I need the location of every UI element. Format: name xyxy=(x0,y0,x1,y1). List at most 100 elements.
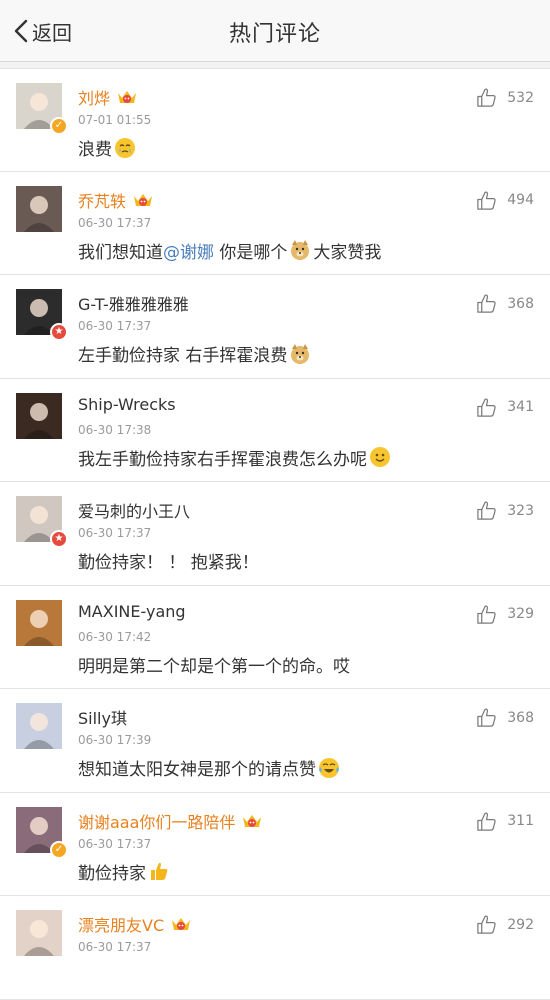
like-button[interactable]: 323 xyxy=(476,500,534,521)
avatar[interactable]: ★ xyxy=(16,496,68,548)
author-name: 爱马刺的小王八 xyxy=(78,502,191,521)
avatar[interactable]: ✓ xyxy=(16,83,68,135)
comment-author[interactable]: 刘烨 xyxy=(78,85,138,109)
laugh-cry-emoji-icon xyxy=(319,757,339,778)
member-badge-icon: ★ xyxy=(50,530,68,548)
comment-item: 乔芃轶 06-30 17:37 我们想知道 @谢娜 你是哪个 大家赞我 494 xyxy=(0,171,550,275)
like-button[interactable]: 494 xyxy=(476,190,534,211)
comment-text-part: 明明是第二个却是个第一个的命。哎 xyxy=(78,656,350,677)
like-count: 341 xyxy=(507,399,534,415)
like-count: 292 xyxy=(507,916,534,933)
comment-author[interactable]: MAXINE-yang xyxy=(78,602,186,621)
like-thumb-icon xyxy=(477,501,496,520)
like-count: 323 xyxy=(507,502,534,519)
doge-emoji-icon xyxy=(291,343,310,364)
like-count: 494 xyxy=(507,192,534,208)
crying-emoji-icon xyxy=(115,137,135,158)
comment-text-part: 浪费 xyxy=(78,140,112,160)
avatar-image xyxy=(16,599,62,646)
comment-author[interactable]: G-T-雅雅雅雅雅 xyxy=(78,291,189,315)
like-count: 311 xyxy=(507,813,534,829)
author-name: 漂亮朋友VC xyxy=(78,916,165,935)
comment-timestamp: 07-01 01:55 xyxy=(78,113,152,127)
like-button[interactable]: 329 xyxy=(476,604,534,625)
avatar[interactable] xyxy=(16,703,62,749)
avatar-image xyxy=(16,185,62,232)
like-button[interactable]: 532 xyxy=(476,87,534,108)
comment-text: 我们想知道 @谢娜 你是哪个 大家赞我 xyxy=(78,238,381,263)
mention-link[interactable]: @谢娜 xyxy=(163,238,214,263)
comment-text-part: 左手勤俭持家 右手挥霍浪费 xyxy=(78,346,288,366)
comment-item: ✓ 刘烨 07-01 01:55 浪费 532 xyxy=(0,68,550,172)
smile-emoji-icon xyxy=(370,447,390,467)
like-count: 329 xyxy=(507,606,534,622)
avatar[interactable] xyxy=(16,185,62,232)
comment-author[interactable]: 漂亮朋友VC xyxy=(78,912,192,936)
comment-text-part: 我们想知道 xyxy=(78,242,163,263)
like-count: 368 xyxy=(507,295,534,312)
comment-list: ✓ 刘烨 07-01 01:55 浪费 532 乔芃轶 06-30 17:37 我们想知道 @谢… xyxy=(0,68,550,1000)
like-button[interactable]: 311 xyxy=(476,811,534,832)
like-thumb-icon xyxy=(477,398,496,417)
comment-timestamp: 06-30 17:37 xyxy=(78,319,152,333)
thumbs-up-emoji-icon xyxy=(151,862,168,880)
comment-text: 左手勤俭持家 右手挥霍浪费 xyxy=(78,341,313,366)
like-thumb-icon xyxy=(477,605,496,624)
comment-text-part: 我左手勤俭持家右手挥霍浪费怎么办呢 xyxy=(78,449,367,470)
member-badge-icon: ★ xyxy=(50,323,68,341)
avatar[interactable] xyxy=(16,910,62,956)
comment-author[interactable]: Silly琪 xyxy=(78,705,127,729)
comment-text-part: 大家赞我 xyxy=(313,242,382,263)
comment-text: 想知道太阳女神是那个的请点赞 xyxy=(78,755,342,780)
author-name: 刘烨 xyxy=(78,89,111,108)
comment-timestamp: 06-30 17:39 xyxy=(78,733,152,747)
author-name: Silly琪 xyxy=(78,709,127,728)
comment-text: 明明是第二个却是个第一个的命。哎 xyxy=(78,652,350,677)
comment-item: ✓ 谢谢aaa你们一路陪伴 06-30 17:37 勤俭持家 311 xyxy=(0,792,550,896)
comment-item: ★ 爱马刺的小王八 06-30 17:37 勤俭持家！ ！ 抱紧我！ 323 xyxy=(0,482,550,586)
comment-timestamp: 06-30 17:37 xyxy=(78,836,152,851)
comment-text-part: 你是哪个 xyxy=(214,242,288,263)
comment-text: 勤俭持家！ ！ 抱紧我！ xyxy=(78,548,259,573)
vip-crown-icon xyxy=(134,193,153,206)
vip-crown-icon xyxy=(172,918,191,930)
author-name: G-T-雅雅雅雅雅 xyxy=(78,295,189,314)
avatar-image xyxy=(16,910,62,956)
comment-timestamp: 06-30 17:42 xyxy=(78,629,152,644)
comment-item: Silly琪 06-30 17:39 想知道太阳女神是那个的请点赞 368 xyxy=(0,689,550,793)
comment-text: 浪费 xyxy=(78,135,138,160)
avatar[interactable]: ★ xyxy=(16,289,68,341)
author-name: Ship-Wrecks xyxy=(78,394,176,414)
comment-text-part: 勤俭持家！ ！ 抱紧我！ xyxy=(78,553,259,573)
vip-crown-icon xyxy=(243,814,262,827)
comment-author[interactable]: 谢谢aaa你们一路陪伴 xyxy=(78,809,263,833)
page-title: 热门评论 xyxy=(228,22,321,47)
like-thumb-icon xyxy=(477,812,496,831)
like-thumb-icon xyxy=(477,915,496,934)
comment-timestamp: 06-30 17:37 xyxy=(78,215,152,230)
vip-crown-icon xyxy=(118,91,137,103)
comment-author[interactable]: Ship-Wrecks xyxy=(78,395,176,414)
comment-author[interactable]: 乔芃轶 xyxy=(78,188,154,212)
avatar-image xyxy=(16,392,62,439)
like-button[interactable]: 368 xyxy=(476,707,534,728)
like-button[interactable]: 368 xyxy=(476,293,534,314)
author-name: 谢谢aaa你们一路陪伴 xyxy=(78,812,236,832)
comment-text-part: 勤俭持家 xyxy=(78,863,146,884)
verified-badge-icon: ✓ xyxy=(50,117,68,135)
like-count: 368 xyxy=(507,709,534,726)
author-name: 乔芃轶 xyxy=(78,191,127,211)
like-thumb-icon xyxy=(477,294,496,313)
avatar[interactable] xyxy=(16,392,62,439)
comment-text: 勤俭持家 xyxy=(78,859,172,884)
comment-timestamp: 06-30 17:38 xyxy=(78,422,152,437)
avatar[interactable]: ✓ xyxy=(16,806,68,859)
avatar[interactable] xyxy=(16,599,62,646)
like-button[interactable]: 341 xyxy=(476,397,534,418)
comment-item: ★ G-T-雅雅雅雅雅 06-30 17:37 左手勤俭持家 右手挥霍浪费 368 xyxy=(0,275,550,379)
navigation-bar: 返回 热门评论 xyxy=(0,0,550,62)
like-button[interactable]: 292 xyxy=(476,914,534,935)
comment-timestamp: 06-30 17:37 xyxy=(78,526,152,540)
verified-badge-icon: ✓ xyxy=(50,840,68,859)
comment-author[interactable]: 爱马刺的小王八 xyxy=(78,498,190,522)
